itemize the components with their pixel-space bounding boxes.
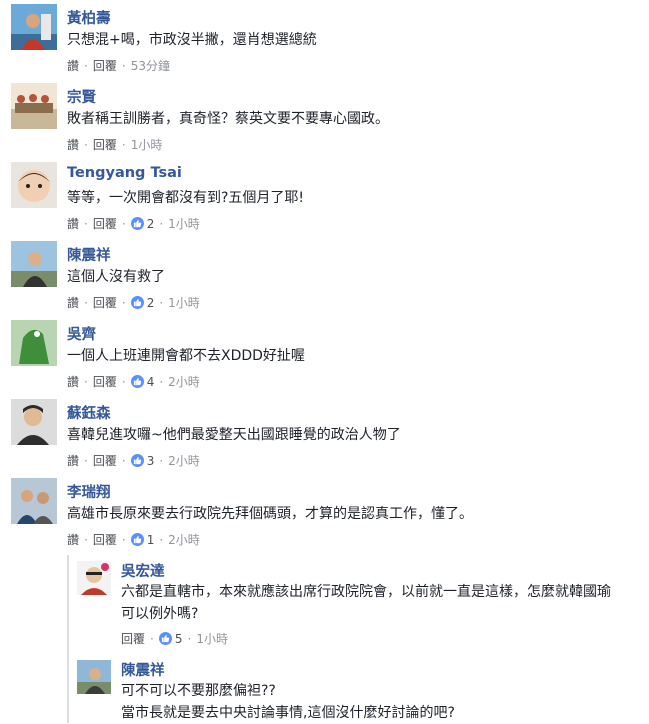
avatar[interactable] (11, 4, 57, 50)
like-button[interactable]: 讚 (67, 452, 79, 469)
comment-author[interactable]: 黃柏壽 (67, 7, 111, 28)
thumbs-up-icon[interactable] (130, 454, 144, 467)
timestamp[interactable]: 1小時 (196, 630, 228, 647)
comment-text: 這個人沒有救了 (67, 269, 165, 285)
comment-author[interactable]: 蘇鈺森 (67, 402, 111, 423)
comment-actions: 讚 · 回覆 · 4 · 2小時 (67, 373, 200, 390)
like-button[interactable]: 讚 (67, 294, 79, 311)
avatar[interactable] (11, 83, 57, 129)
comment-text: 等等，一次開會都沒有到?五個月了耶! (67, 190, 305, 206)
reply-button[interactable]: 回覆 (93, 136, 117, 153)
reaction-count[interactable]: 5 (175, 632, 183, 646)
thumbs-up-icon[interactable] (130, 533, 144, 546)
timestamp[interactable]: 1小時 (131, 136, 163, 153)
comment-text: 可不可以不要那麼偏袒?? (121, 683, 276, 699)
comment-author[interactable]: Tengyang Tsai (67, 165, 182, 181)
avatar[interactable] (11, 399, 57, 445)
comment-actions: 讚 · 回覆 · 3 · 2小時 (67, 452, 200, 469)
timestamp[interactable]: 2小時 (168, 373, 200, 390)
comment-actions: 讚 · 回覆 · 1 · 2小時 (67, 531, 200, 548)
comment-author[interactable]: 吳齊 (67, 323, 96, 344)
thumbs-up-icon[interactable] (158, 632, 172, 645)
reply-button[interactable]: 回覆 (93, 531, 117, 548)
comment-actions: 讚 · 回覆 · 2 · 1小時 (67, 294, 200, 311)
reaction-count[interactable]: 4 (147, 375, 155, 389)
thumbs-up-icon[interactable] (130, 217, 144, 230)
comment-actions: 讚 · 回覆 · 1小時 (67, 136, 163, 153)
comment-text: 六都是直轄市，本來就應該出席行政院院會，以前就一直是這樣，怎麼就韓國瑜 (121, 584, 611, 600)
timestamp[interactable]: 2小時 (168, 531, 200, 548)
avatar[interactable] (11, 320, 57, 366)
comment-text: 一個人上班連開會都不去XDDD好扯喔 (67, 348, 305, 364)
avatar[interactable] (77, 660, 111, 694)
reaction-count[interactable]: 2 (147, 217, 155, 231)
comment-text: 敗者稱王訓勝者，真奇怪？蔡英文要不要專心國政。 (67, 111, 389, 127)
comment-text: 當市長就是要去中央討論事情,這個沒什麼好討論的吧? (121, 705, 455, 721)
reply-button[interactable]: 回覆 (93, 373, 117, 390)
like-button[interactable]: 讚 (67, 531, 79, 548)
reply-button[interactable]: 回覆 (93, 294, 117, 311)
reaction-count[interactable]: 2 (147, 296, 155, 310)
reaction-count[interactable]: 1 (147, 533, 155, 547)
avatar[interactable] (11, 478, 57, 524)
comment-author[interactable]: 陳震祥 (121, 659, 165, 680)
comment-actions: 讚 · 回覆 · 53分鐘 (67, 57, 170, 74)
avatar[interactable] (11, 241, 57, 287)
comment-actions: 讚 · 回覆 · 2 · 1小時 (67, 215, 200, 232)
timestamp[interactable]: 1小時 (168, 215, 200, 232)
comment-text: 只想混+喝，市政沒半撇，還肖想選總統 (67, 32, 317, 48)
avatar[interactable] (77, 561, 111, 595)
comment-author[interactable]: 陳震祥 (67, 244, 111, 265)
comment-text: 可以例外嗎? (121, 606, 199, 622)
like-button[interactable]: 讚 (67, 136, 79, 153)
avatar[interactable] (11, 162, 57, 208)
comment-author[interactable]: 吳宏達 (121, 560, 165, 581)
timestamp[interactable]: 2小時 (168, 452, 200, 469)
like-button[interactable]: 讚 (67, 57, 79, 74)
comment-actions: 回覆 · 5 · 1小時 (121, 630, 228, 647)
reply-thread-line (67, 555, 69, 723)
comment-author[interactable]: 宗賢 (67, 86, 96, 107)
like-button[interactable]: 讚 (67, 215, 79, 232)
comment-text: 喜韓兒進攻囉~他們最愛整天出國跟睡覺的政治人物了 (67, 427, 401, 443)
reply-button[interactable]: 回覆 (93, 57, 117, 74)
comment-author[interactable]: 李瑞翔 (67, 481, 111, 502)
reply-button[interactable]: 回覆 (93, 215, 117, 232)
timestamp[interactable]: 53分鐘 (131, 57, 170, 74)
thumbs-up-icon[interactable] (130, 296, 144, 309)
comment-text: 高雄市長原來要去行政院先拜個碼頭，才算的是認真工作，懂了。 (67, 506, 473, 522)
timestamp[interactable]: 1小時 (168, 294, 200, 311)
reply-button[interactable]: 回覆 (93, 452, 117, 469)
like-button[interactable]: 讚 (67, 373, 79, 390)
reply-button[interactable]: 回覆 (121, 630, 145, 647)
reaction-count[interactable]: 3 (147, 454, 155, 468)
thumbs-up-icon[interactable] (130, 375, 144, 388)
